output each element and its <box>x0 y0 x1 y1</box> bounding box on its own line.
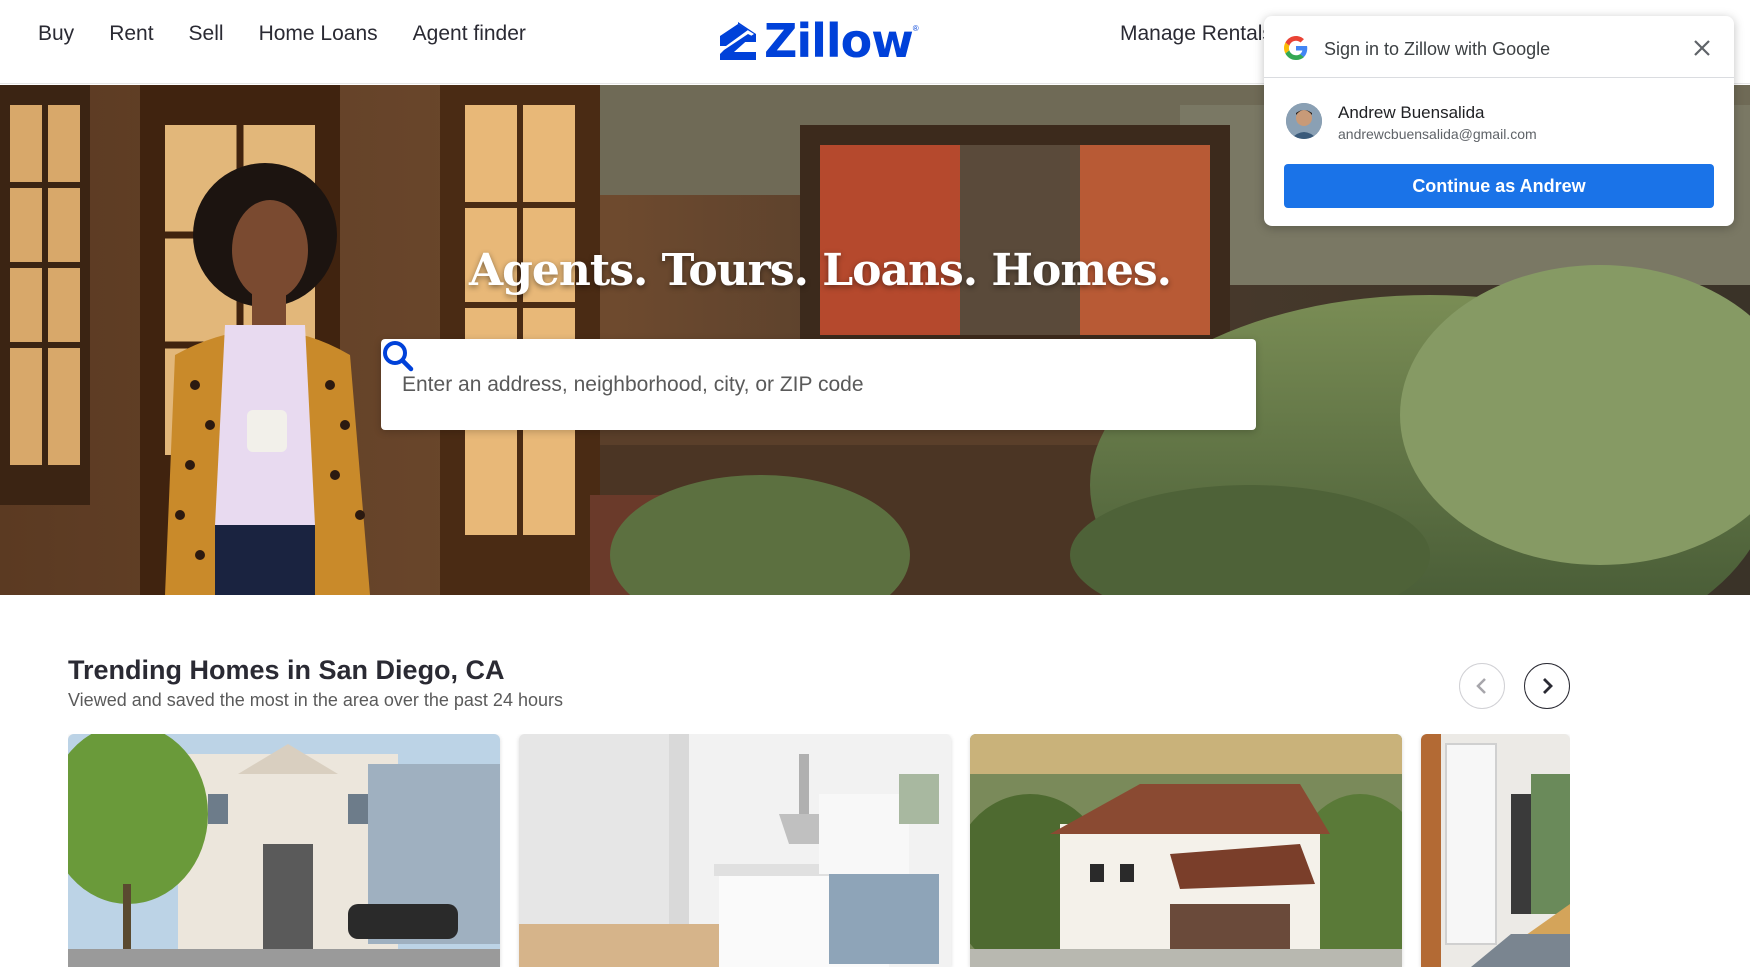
search-icon[interactable] <box>381 339 415 373</box>
home-card[interactable] <box>970 734 1402 967</box>
account-email: andrewcbuensalida@gmail.com <box>1338 126 1537 142</box>
trending-section-subtitle: Viewed and saved the most in the area ov… <box>68 690 563 710</box>
google-g-icon <box>1284 36 1308 60</box>
avatar <box>1286 103 1322 139</box>
google-account-row[interactable]: Andrew Buensalida andrewcbuensalida@gmai… <box>1286 101 1716 151</box>
nav-agent-finder-link[interactable]: Agent finder <box>413 22 526 46</box>
nav-rent-link[interactable]: Rent <box>109 22 153 46</box>
nav-sell-link[interactable]: Sell <box>189 22 224 46</box>
zillow-house-icon <box>720 22 756 60</box>
close-icon[interactable] <box>1690 36 1714 60</box>
home-card[interactable] <box>519 734 951 967</box>
popup-title: Sign in to Zillow with Google <box>1324 39 1551 59</box>
chevron-left-icon <box>1476 678 1486 694</box>
home-card-photo <box>970 734 1402 967</box>
logo-text: Zillow <box>764 14 914 68</box>
primary-nav: Buy Rent Sell Home Loans Agent finder <box>38 22 526 46</box>
secondary-nav: Manage Rentals <box>1120 22 1273 46</box>
home-card-photo <box>519 734 951 967</box>
hero-headline: Agents. Tours. Loans. Homes. <box>469 245 1172 296</box>
home-card[interactable] <box>1421 734 1570 967</box>
trending-homes-carousel <box>68 734 1570 967</box>
home-card-photo <box>68 734 500 967</box>
carousel-next-button[interactable] <box>1524 663 1570 709</box>
chevron-right-icon <box>1543 678 1553 694</box>
home-card[interactable] <box>68 734 500 967</box>
address-search-input[interactable] <box>381 354 1141 415</box>
registered-mark: ® <box>912 24 919 33</box>
trending-section-title: Trending Homes in San Diego, CA <box>68 655 505 685</box>
carousel-prev-button[interactable] <box>1459 663 1505 709</box>
google-signin-popup: Sign in to Zillow with Google Andrew Bue… <box>1264 16 1734 226</box>
search-bar <box>381 339 1256 430</box>
zillow-logo[interactable]: Zillow ® <box>718 14 919 68</box>
user-avatar-photo <box>1286 103 1322 139</box>
nav-home-loans-link[interactable]: Home Loans <box>259 22 378 46</box>
account-name: Andrew Buensalida <box>1338 103 1485 122</box>
nav-manage-rentals-link[interactable]: Manage Rentals <box>1120 22 1273 45</box>
home-card-photo <box>1421 734 1570 967</box>
nav-buy-link[interactable]: Buy <box>38 22 74 46</box>
popup-header: Sign in to Zillow with Google <box>1264 16 1734 78</box>
continue-as-button[interactable]: Continue as Andrew <box>1284 164 1714 208</box>
